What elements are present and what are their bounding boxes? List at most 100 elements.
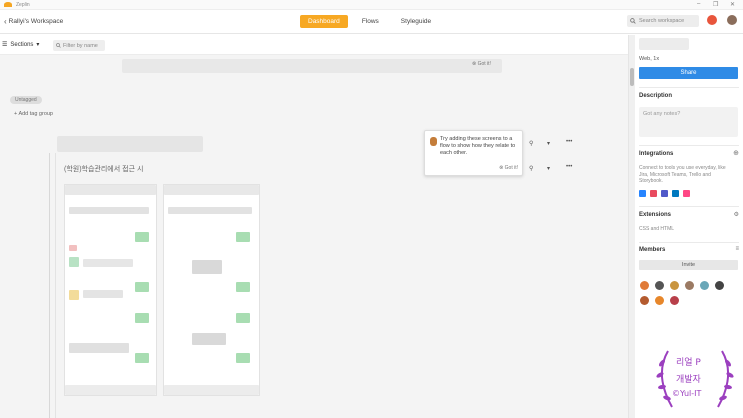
member-avatar[interactable]	[655, 296, 664, 305]
thumb-block	[164, 185, 259, 195]
group-divider-inner	[55, 153, 56, 418]
search-workspace-input[interactable]: Search workspace	[627, 15, 699, 27]
more-options-icon[interactable]: •••	[566, 139, 572, 145]
content-scrollbar[interactable]	[628, 35, 635, 418]
thumb-block	[236, 232, 250, 242]
group-divider	[49, 153, 50, 418]
more-options-icon[interactable]: •••	[566, 164, 572, 170]
description-input[interactable]: Got any notes?	[639, 107, 738, 137]
search-icon	[56, 43, 61, 48]
sections-dropdown[interactable]: ☰ Sections ▾	[2, 41, 40, 49]
untagged-badge[interactable]: Untagged	[10, 96, 42, 104]
flow-icon[interactable]: ⚲	[529, 140, 533, 147]
share-button[interactable]: Share	[639, 67, 738, 79]
thumb-block	[135, 282, 149, 292]
add-tag-group-label: Add tag group	[18, 111, 53, 117]
watermark-line2: 개발자	[676, 375, 701, 385]
tab-bar: Dashboard Flows Styleguide	[300, 15, 439, 28]
tab-styleguide[interactable]: Styleguide	[393, 15, 439, 28]
watermark-line1: 리얼 P	[676, 358, 701, 368]
member-avatar[interactable]	[715, 281, 724, 290]
description-placeholder: Got any notes?	[643, 111, 681, 117]
filter-placeholder: Filter by name	[63, 42, 98, 49]
blurred-section-header	[57, 136, 203, 152]
flow-tip-popover: Try adding these screens to a flow to sh…	[424, 130, 523, 176]
search-placeholder: Search workspace	[639, 18, 685, 24]
trello-icon[interactable]	[672, 190, 679, 197]
maximize-icon[interactable]: ❐	[713, 1, 718, 8]
add-integration-icon[interactable]: ⊕	[733, 149, 739, 157]
blurred-project-name	[639, 38, 689, 50]
app-title: Zeplin	[16, 2, 30, 8]
screen-thumbnail[interactable]	[64, 184, 157, 396]
add-tag-group-button[interactable]: + Add tag group	[14, 111, 53, 117]
platform-label: Web, 1x	[639, 56, 660, 62]
search-icon	[630, 18, 636, 24]
sections-label: Sections	[10, 41, 34, 48]
storybook-icon[interactable]	[683, 190, 690, 197]
teams-icon[interactable]	[661, 190, 668, 197]
window-titlebar: Zeplin – ❐ ✕	[0, 0, 743, 10]
top-navigation: ‹ Rallyi's Workspace Dashboard Flows Sty…	[0, 10, 743, 34]
chevron-down-icon: ▾	[36, 42, 40, 48]
dashboard-content: ☰ Sections ▾ Filter by name ⊗ Got it! Un…	[0, 35, 628, 418]
scrollbar-thumb[interactable]	[630, 68, 634, 86]
thumb-block	[83, 259, 133, 267]
integrations-description: Connect to tools you use everyday, like …	[639, 165, 726, 184]
close-icon[interactable]: ✕	[730, 1, 735, 8]
back-to-workspace-link[interactable]: ‹ Rallyi's Workspace	[4, 17, 63, 26]
minimize-icon[interactable]: –	[697, 1, 700, 7]
user-avatar[interactable]	[727, 15, 737, 25]
thumb-block	[168, 207, 252, 214]
zeplin-logo-icon	[4, 2, 12, 7]
thumb-block	[236, 353, 250, 363]
settings-icon[interactable]: ≡	[735, 246, 739, 252]
tab-dashboard[interactable]: Dashboard	[300, 15, 348, 28]
thumb-block	[164, 385, 259, 395]
banner-got-it-label: Got it!	[477, 61, 491, 67]
tip-got-it-label: Got it!	[504, 165, 518, 171]
thumb-block	[135, 353, 149, 363]
tip-text: Try adding these screens to a flow to sh…	[440, 136, 516, 156]
divider	[639, 145, 739, 146]
members-heading: Members	[639, 247, 666, 253]
person-emoji-icon	[430, 137, 437, 146]
extensions-heading: Extensions	[639, 212, 672, 218]
thumb-block	[69, 343, 129, 353]
member-avatar[interactable]	[670, 296, 679, 305]
watermark: 리얼 P 개발자 ©Yul-IT	[650, 345, 740, 415]
banner-got-it-button[interactable]: ⊗ Got it!	[472, 61, 491, 67]
member-avatar[interactable]	[670, 281, 679, 290]
thumb-block	[83, 290, 123, 298]
filter-by-name-input[interactable]: Filter by name	[53, 40, 105, 51]
member-avatar[interactable]	[655, 281, 664, 290]
invite-button[interactable]: Invite	[639, 260, 738, 270]
blurred-banner	[122, 59, 502, 73]
integrations-heading: Integrations	[639, 151, 674, 157]
workspace-name: Rallyi's Workspace	[8, 18, 64, 25]
member-avatar[interactable]	[700, 281, 709, 290]
sections-toolbar: ☰ Sections ▾ Filter by name	[0, 35, 628, 55]
member-avatar[interactable]	[640, 296, 649, 305]
thumb-block	[236, 282, 250, 292]
chevron-down-icon[interactable]: ▾	[547, 165, 550, 172]
divider	[639, 242, 739, 243]
member-avatar[interactable]	[685, 281, 694, 290]
thumb-block	[192, 260, 222, 274]
chevron-down-icon[interactable]: ▾	[547, 140, 550, 147]
thumb-block	[69, 245, 77, 251]
screen-thumbnail[interactable]	[163, 184, 260, 396]
slack-icon[interactable]	[650, 190, 657, 197]
tab-flows[interactable]: Flows	[354, 15, 387, 28]
flow-icon[interactable]: ⚲	[529, 165, 533, 172]
thumb-block	[135, 313, 149, 323]
watermark-line3: ©Yul-IT	[672, 389, 702, 398]
chevron-left-icon: ‹	[4, 17, 7, 26]
notifications-avatar-icon[interactable]	[707, 15, 717, 25]
settings-icon[interactable]: ⚙	[734, 211, 739, 218]
tip-got-it-button[interactable]: ⊗ Got it!	[499, 165, 518, 171]
thumb-block	[65, 185, 156, 195]
divider	[639, 87, 739, 88]
member-avatar[interactable]	[640, 281, 649, 290]
jira-icon[interactable]	[639, 190, 646, 197]
